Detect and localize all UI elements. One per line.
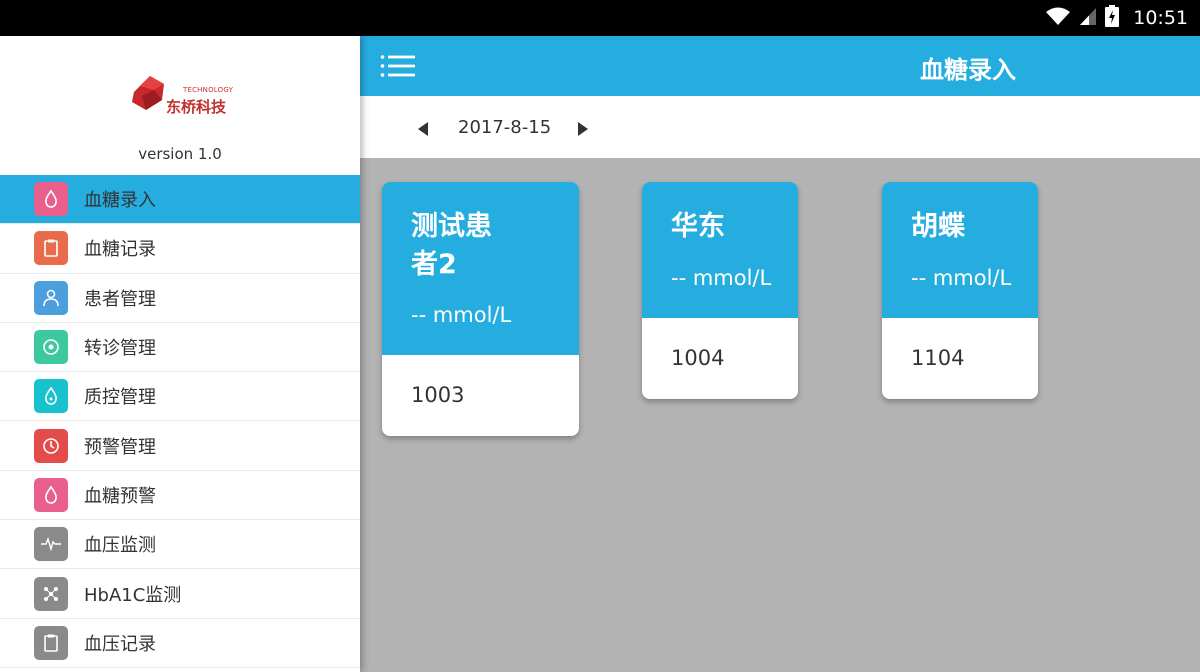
sidebar-item-label: HbA1C监测 — [84, 584, 182, 606]
patient-name: 华东 — [671, 211, 725, 242]
next-date-button[interactable] — [576, 121, 588, 136]
glucose-value: -- mmol/L — [411, 303, 512, 327]
sidebar-item-quality-control[interactable]: 质控管理 — [0, 372, 360, 422]
patient-card-header: 华东 -- mmol/L — [642, 182, 798, 318]
pulse-icon — [34, 527, 68, 562]
patient-name-continued: 者2 — [411, 249, 457, 280]
sidebar-item-blood-pressure-monitor[interactable]: 血压监测 — [0, 520, 360, 570]
sidebar-item-label: 血糖录入 — [84, 190, 156, 212]
patient-card[interactable]: 华东 -- mmol/L 1004 — [642, 182, 798, 399]
page-title: 血糖录入 — [920, 56, 1016, 84]
sidebar-item-label: 预警管理 — [84, 436, 156, 458]
app-version: version 1.0 — [138, 145, 222, 163]
status-bar: 10:51 — [0, 0, 1200, 36]
glucose-value: -- mmol/L — [911, 266, 1012, 290]
sidebar-item-label: 质控管理 — [84, 387, 156, 409]
sidebar-item-glucose-records[interactable]: 血糖记录 — [0, 224, 360, 274]
blood-drop-icon — [34, 477, 68, 512]
app-bar: 血糖录入 — [360, 36, 1200, 96]
patient-id: 1004 — [671, 346, 725, 370]
sidebar-item-label: 血压记录 — [84, 633, 156, 655]
battery-icon — [1105, 5, 1120, 31]
clock-icon — [34, 428, 68, 463]
current-date: 2017-8-15 — [458, 117, 552, 138]
sidebar-item-alert-management[interactable]: 预警管理 — [0, 421, 360, 471]
patient-icon — [34, 280, 68, 315]
patient-card-header: 测试患 者2 -- mmol/L — [382, 182, 579, 355]
patient-card[interactable]: 胡蝶 -- mmol/L 1104 — [882, 182, 1038, 399]
patient-id: 1104 — [911, 346, 965, 370]
patient-name: 测试患 — [411, 211, 492, 242]
patient-card[interactable]: 测试患 者2 -- mmol/L 1003 — [382, 182, 579, 436]
blood-drop-icon — [34, 182, 68, 217]
navigation-drawer: TECHNOLOGY 东桥科技 version 1.0 血糖录入 血糖记录 患者… — [0, 36, 360, 672]
logo-company-name: 东桥科技 — [166, 98, 227, 116]
patient-id: 1003 — [411, 383, 465, 407]
clipboard-icon — [34, 231, 68, 266]
sidebar-item-glucose-alert[interactable]: 血糖预警 — [0, 471, 360, 521]
sidebar-item-glucose-entry[interactable]: 血糖录入 — [0, 175, 360, 225]
sidebar-item-label: 血压监测 — [84, 535, 156, 557]
sidebar-item-blood-pressure-records[interactable]: 血压记录 — [0, 619, 360, 668]
sidebar-menu: 血糖录入 血糖记录 患者管理 转诊管理 质控管理 预警管理 血糖预警 血压监测 … — [0, 175, 360, 668]
referral-icon — [34, 330, 68, 365]
sidebar-item-referral-management[interactable]: 转诊管理 — [0, 323, 360, 373]
sidebar-item-hba1c-monitor[interactable]: HbA1C监测 — [0, 569, 360, 619]
molecule-icon — [34, 576, 68, 611]
wifi-icon — [1045, 6, 1071, 30]
sidebar-item-patient-management[interactable]: 患者管理 — [0, 274, 360, 323]
sidebar-item-label: 转诊管理 — [84, 338, 156, 360]
glucose-value: -- mmol/L — [671, 266, 772, 290]
patient-name: 胡蝶 — [911, 211, 965, 242]
sidebar-item-label: 血糖预警 — [84, 485, 156, 507]
patient-card-header: 胡蝶 -- mmol/L — [882, 182, 1038, 318]
clock-time: 10:51 — [1133, 7, 1188, 29]
quality-drop-icon — [34, 379, 68, 414]
brand-header: TECHNOLOGY 东桥科技 version 1.0 — [0, 36, 360, 175]
previous-date-button[interactable] — [418, 121, 430, 136]
sidebar-item-label: 血糖记录 — [84, 239, 156, 261]
menu-list-icon[interactable] — [380, 54, 416, 78]
clipboard-icon — [34, 625, 68, 660]
sidebar-item-label: 患者管理 — [84, 288, 156, 310]
signal-icon — [1079, 6, 1097, 30]
main-content: 血糖录入 2017-8-15 测试患 者2 -- mmol/L 1003 华东 … — [360, 36, 1200, 672]
date-selector: 2017-8-15 — [360, 96, 1200, 158]
logo-tech-text: TECHNOLOGY — [183, 86, 234, 94]
